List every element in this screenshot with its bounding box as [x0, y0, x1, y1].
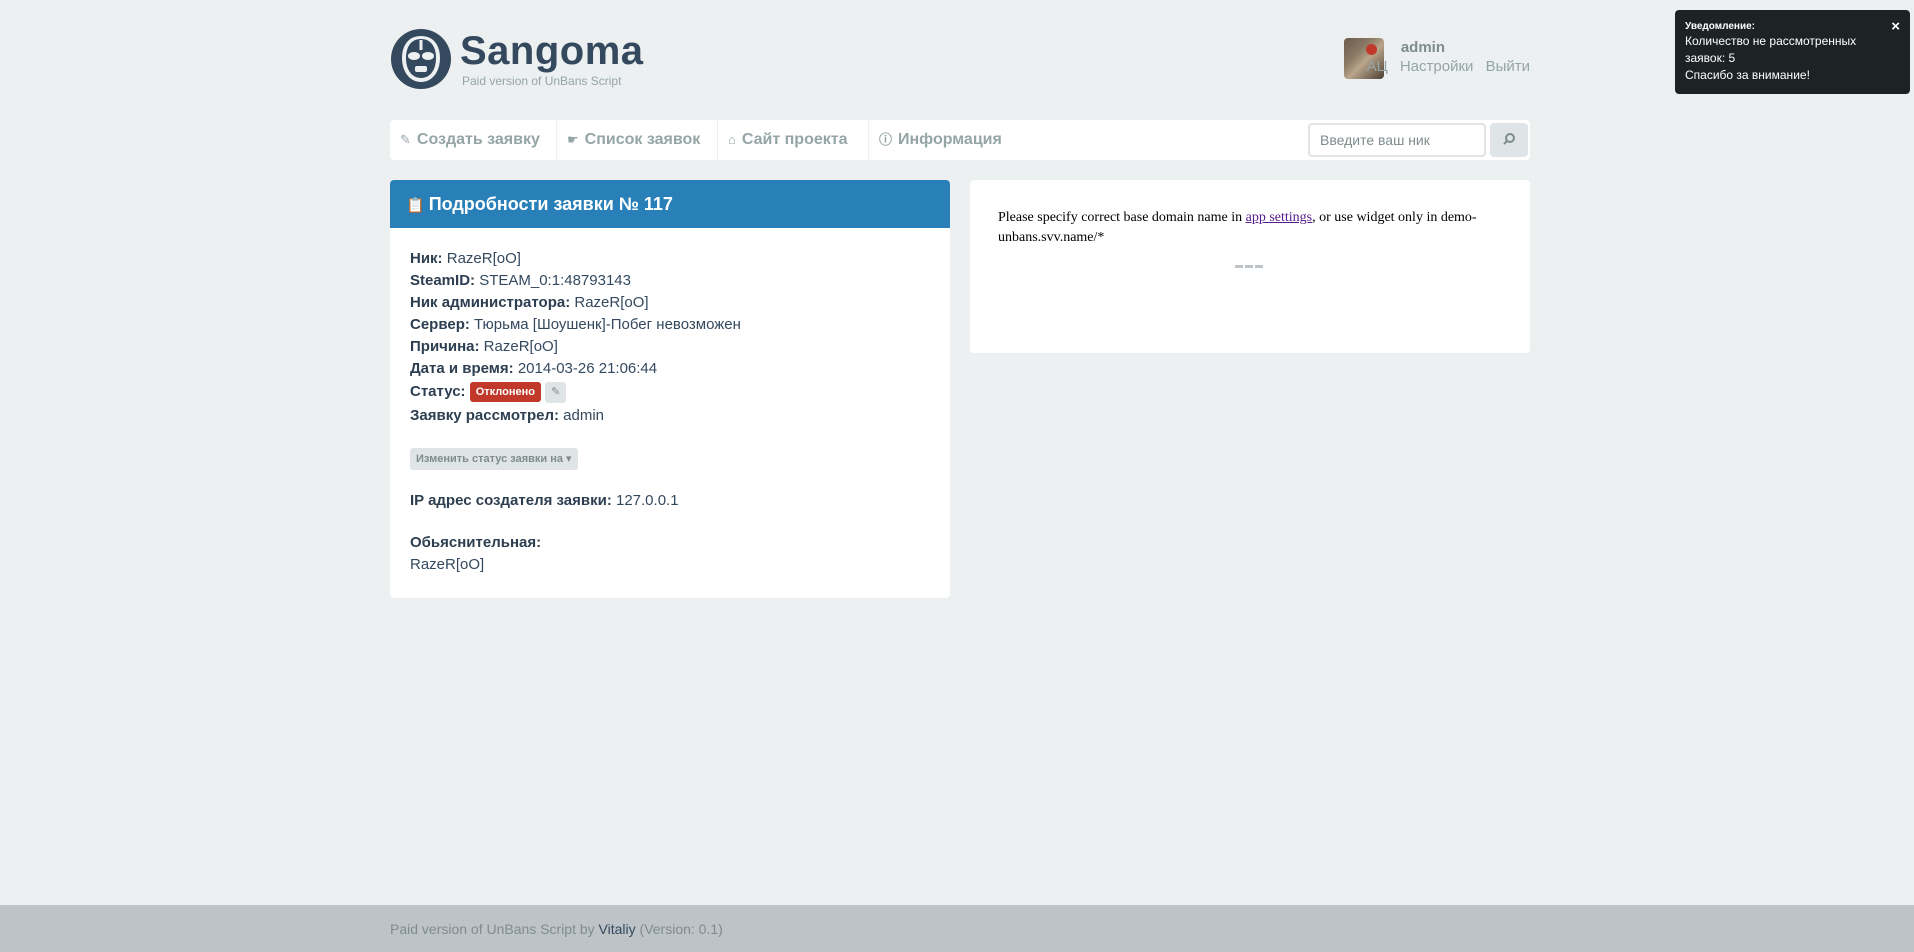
logout-link[interactable]: Выйти: [1486, 58, 1530, 75]
change-status-dropdown[interactable]: Изменить статус заявки на ▾: [410, 448, 578, 470]
brand-name[interactable]: Sangoma: [460, 28, 644, 74]
datetime-value: 2014-03-26 21:06:44: [517, 360, 658, 377]
field-label: SteamID:: [410, 272, 476, 289]
notification-toast: Уведомление: Количество не рассмотренных…: [1675, 10, 1910, 94]
nav-project-site[interactable]: ⌂ Сайт проекта: [718, 120, 869, 160]
nav-request-list[interactable]: ☛ Список заявок: [557, 120, 718, 160]
search-icon: [1503, 133, 1515, 145]
footer-version: (Version: 0.1): [635, 921, 723, 937]
clipboard-icon: 📋: [406, 197, 425, 214]
status-row: Статус: Отклонено ✎: [410, 381, 930, 403]
info-icon: ⓘ: [879, 132, 893, 147]
ip-value: 127.0.0.1: [615, 492, 679, 509]
nav-create-request[interactable]: ✎ Создать заявку: [390, 120, 557, 160]
footer: Paid version of UnBans Script by Vitaliy…: [0, 905, 1914, 952]
luchador-mask-logo-icon[interactable]: [390, 28, 452, 90]
navbar: ✎ Создать заявку ☛ Список заявок ⌂ Сайт про…: [390, 120, 1530, 160]
ip-row: IP адрес создателя заявки: 127.0.0.1: [410, 490, 930, 512]
edit-status-button[interactable]: ✎: [545, 381, 567, 403]
nick-search-input[interactable]: [1308, 123, 1486, 157]
search-button[interactable]: [1490, 123, 1528, 157]
status-badge: Отклонено: [469, 382, 541, 403]
caret-down-icon: ▾: [566, 453, 572, 465]
admin-nick-value: RazeR[oO]: [574, 294, 649, 311]
notification-line: Количество не рассмотренных заявок: 5: [1685, 34, 1857, 65]
widget-message: Please specify correct base domain name …: [998, 208, 1498, 248]
steamid-value: STEAM_0:1:48793143: [479, 272, 631, 289]
reviewer-row: Заявку рассмотрел: admin: [410, 405, 930, 427]
footer-label: Paid version of UnBans Script by: [390, 921, 599, 937]
reason-value: RazeR[oO]: [483, 338, 558, 355]
close-icon[interactable]: ×: [1891, 18, 1900, 35]
widget-panel: Please specify correct base domain name …: [970, 180, 1530, 353]
nav-label: Информация: [898, 131, 1002, 148]
home-icon: ⌂: [728, 132, 736, 147]
datetime-row: Дата и время: 2014-03-26 21:06:44: [410, 358, 930, 380]
field-label: IP адрес создателя заявки:: [410, 492, 612, 509]
field-label: Дата и время:: [410, 360, 514, 377]
app-settings-link[interactable]: app settings: [1246, 210, 1313, 225]
panel-header: 📋 Подробности заявки № 117: [390, 180, 950, 228]
brand-subtitle: Paid version of UnBans Script: [462, 74, 622, 88]
panel-body: Ник: RazeR[oO] SteamID: STEAM_0:1:487931…: [390, 228, 950, 596]
user-box: admin АЦ Настройки Выйти: [1330, 38, 1530, 80]
nick-row: Ник: RazeR[oO]: [410, 248, 930, 270]
field-label: Ник администратора:: [410, 294, 571, 311]
field-label: Заявку рассмотрел:: [410, 407, 559, 424]
nav-information[interactable]: ⓘ Информация: [869, 120, 1009, 160]
reviewer-value: admin: [563, 407, 605, 424]
server-row: Сервер: Тюрьма [Шоушенк]-Побег невозможе…: [410, 314, 930, 336]
footer-author[interactable]: Vitaliy: [599, 921, 636, 937]
brand: Sangoma Paid version of UnBans Script: [460, 28, 644, 88]
change-status-wrap: Изменить статус заявки на ▾: [410, 447, 930, 470]
header: Sangoma Paid version of UnBans Script ad…: [390, 28, 1530, 92]
request-details-panel: 📋 Подробности заявки № 117 Ник: RazeR[oO]…: [390, 180, 950, 598]
steamid-row: SteamID: STEAM_0:1:48793143: [410, 270, 930, 292]
admin-nick-row: Ник администратора: RazeR[oO]: [410, 292, 930, 314]
reason-row: Причина: RazeR[oO]: [410, 336, 930, 358]
pencil-icon: ✎: [400, 132, 411, 147]
nav-label: Создать заявку: [416, 131, 540, 148]
edit-icon: ✎: [551, 385, 561, 398]
field-label: Обьяснительная:: [410, 534, 542, 551]
loading-indicator: [1235, 265, 1263, 268]
panel-title: Подробности заявки № 117: [428, 194, 673, 214]
field-label: Сервер:: [410, 316, 470, 333]
change-status-label: Изменить статус заявки на: [416, 453, 563, 465]
hand-icon: ☛: [567, 132, 579, 147]
nav-label: Сайт проекта: [741, 131, 848, 148]
user-links: АЦ Настройки Выйти: [1359, 58, 1530, 75]
settings-link[interactable]: Настройки: [1400, 58, 1474, 75]
explanation-value: RazeR[oO]: [410, 556, 485, 573]
notification-title: Уведомление:: [1685, 21, 1755, 32]
nick-value: RazeR[oO]: [446, 250, 521, 267]
field-label: Статус:: [410, 383, 466, 400]
field-label: Ник:: [410, 250, 443, 267]
server-value: Тюрьма [Шоушенк]-Побег невозможен: [474, 316, 741, 333]
widget-text: Please specify correct base domain name …: [998, 210, 1246, 225]
notification-line: Спасибо за внимание!: [1685, 68, 1810, 82]
explanation-label: Обьяснительная:: [410, 532, 930, 554]
field-label: Причина:: [410, 338, 480, 355]
nav-label: Список заявок: [584, 131, 701, 148]
footer-text: Paid version of UnBans Script by Vitaliy…: [390, 921, 723, 937]
admin-center-link[interactable]: АЦ: [1367, 58, 1388, 75]
user-name[interactable]: admin: [1401, 39, 1445, 56]
